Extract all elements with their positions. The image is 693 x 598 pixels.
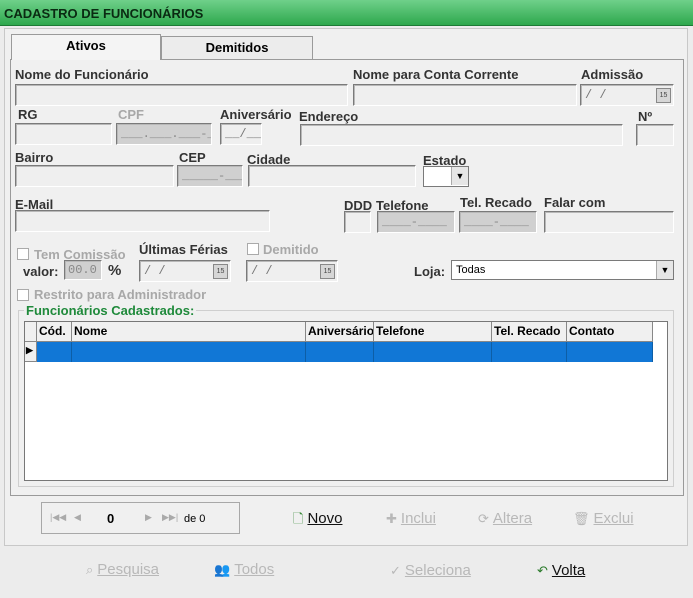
- chevron-down-icon[interactable]: ▼: [656, 261, 673, 279]
- chevron-down-icon[interactable]: ▼: [451, 167, 468, 185]
- conta-label: Nome para Conta Corrente: [353, 67, 519, 82]
- admissao-label: Admissão: [581, 67, 644, 82]
- numero-label: Nº: [638, 109, 653, 124]
- table-row-cell[interactable]: [567, 342, 653, 362]
- table-row-cell[interactable]: [492, 342, 567, 362]
- aniversario-label: Aniversário: [220, 107, 292, 122]
- calendar-icon[interactable]: 15: [320, 264, 335, 279]
- endereco-label: Endereço: [299, 109, 359, 124]
- nome-label: Nome do Funcionário: [15, 67, 149, 82]
- funcionarios-grid[interactable]: Cód. Nome Aniversário Telefone Tel. Reca…: [24, 321, 668, 481]
- altera-button[interactable]: ⟳ Altera: [478, 510, 532, 527]
- search-icon: ⌕: [86, 562, 94, 577]
- loja-select[interactable]: Todas ▼: [451, 260, 674, 280]
- demitido-label: Demitido: [263, 242, 319, 257]
- nome-field[interactable]: [15, 84, 348, 106]
- valor-label: valor:: [23, 264, 59, 279]
- window-title: CADASTRO DE FUNCIONÁRIOS: [4, 6, 204, 21]
- calendar-icon[interactable]: 15: [656, 88, 671, 103]
- percent-label: %: [108, 262, 122, 279]
- table-row[interactable]: [37, 342, 72, 362]
- row-pointer-icon: ▶: [25, 342, 37, 362]
- falar-field[interactable]: [544, 211, 674, 233]
- estado-select[interactable]: ▼: [423, 166, 469, 187]
- ferias-field[interactable]: / / 15: [139, 260, 231, 282]
- comissao-checkbox[interactable]: [17, 248, 29, 260]
- trash-icon: 🗑: [573, 511, 590, 526]
- cpf-field[interactable]: ___.___.___-__: [116, 123, 212, 145]
- record-count: de 0: [184, 513, 206, 525]
- exclui-button[interactable]: 🗑 Exclui: [573, 510, 634, 527]
- restrito-checkbox[interactable]: [17, 289, 29, 301]
- cep-label: CEP: [179, 150, 206, 165]
- record-navigator: |◀◀ ◀ 0 ▶ ▶▶| de 0: [41, 502, 240, 534]
- title-bar: CADASTRO DE FUNCIONÁRIOS: [0, 0, 693, 26]
- admissao-value: / /: [585, 88, 607, 102]
- plus-icon: ✚: [386, 511, 397, 526]
- col-recado[interactable]: Tel. Recado: [492, 322, 567, 342]
- tab-ativos[interactable]: Ativos: [11, 34, 161, 60]
- rg-label: RG: [18, 107, 38, 122]
- cep-field[interactable]: _____-___: [177, 165, 243, 187]
- next-record-icon[interactable]: ▶: [145, 512, 152, 523]
- recado-field[interactable]: ____-____: [459, 211, 537, 233]
- tab-demitidos[interactable]: Demitidos: [161, 36, 313, 60]
- demitido-value: / /: [251, 264, 273, 278]
- bairro-field[interactable]: [15, 165, 174, 187]
- conta-field[interactable]: [353, 84, 577, 106]
- col-nome[interactable]: Nome: [72, 322, 306, 342]
- numero-field[interactable]: [636, 124, 674, 146]
- table-row-cell[interactable]: [306, 342, 374, 362]
- endereco-field[interactable]: [300, 124, 623, 146]
- bairro-label: Bairro: [15, 150, 54, 165]
- loja-label: Loja:: [414, 264, 446, 279]
- falar-label: Falar com: [544, 195, 606, 210]
- row-indicator-header: [25, 322, 37, 342]
- loja-value: Todas: [456, 264, 486, 276]
- pesquisa-button[interactable]: ⌕ Pesquisa: [86, 561, 159, 578]
- todos-button[interactable]: 👥 Todos: [214, 561, 274, 578]
- col-aniversario[interactable]: Aniversário: [306, 322, 374, 342]
- grid-title: Funcionários Cadastrados:: [24, 303, 197, 318]
- inclui-button[interactable]: ✚ Inclui: [386, 510, 436, 527]
- demitido-field[interactable]: / / 15: [246, 260, 338, 282]
- ddd-field[interactable]: [344, 211, 371, 233]
- col-telefone[interactable]: Telefone: [374, 322, 492, 342]
- demitido-checkbox[interactable]: [247, 243, 259, 255]
- new-document-icon: 🗋: [293, 511, 304, 526]
- cpf-label: CPF: [118, 107, 144, 122]
- recado-label: Tel. Recado: [460, 195, 533, 210]
- aniversario-field[interactable]: __/__: [220, 123, 262, 145]
- ferias-label: Últimas Férias: [139, 242, 228, 257]
- cidade-field[interactable]: [248, 165, 416, 187]
- users-icon: 👥: [214, 562, 231, 577]
- col-cod[interactable]: Cód.: [37, 322, 72, 342]
- telefone-field[interactable]: ____-____: [377, 211, 455, 233]
- restrito-label: Restrito para Administrador: [34, 287, 207, 302]
- last-record-icon[interactable]: ▶▶|: [162, 512, 178, 523]
- valor-field[interactable]: 00.0: [64, 260, 102, 280]
- ferias-value: / /: [144, 264, 166, 278]
- novo-button[interactable]: 🗋 Novo: [293, 510, 342, 532]
- table-row-cell[interactable]: [72, 342, 306, 362]
- first-record-icon[interactable]: |◀◀: [50, 512, 66, 523]
- col-contato[interactable]: Contato: [567, 322, 653, 342]
- check-icon: ✓: [390, 563, 401, 578]
- table-row-cell[interactable]: [374, 342, 492, 362]
- rg-field[interactable]: [15, 123, 112, 145]
- refresh-icon: ⟳: [478, 511, 489, 526]
- seleciona-button[interactable]: ✓ Seleciona: [390, 562, 471, 579]
- email-field[interactable]: [15, 210, 270, 232]
- record-number: 0: [107, 511, 115, 526]
- back-arrow-icon: ↶: [537, 563, 548, 578]
- admissao-field[interactable]: / / 15: [580, 84, 674, 106]
- calendar-icon[interactable]: 15: [213, 264, 228, 279]
- volta-button[interactable]: ↶ Volta: [537, 562, 585, 579]
- prev-record-icon[interactable]: ◀: [74, 512, 81, 523]
